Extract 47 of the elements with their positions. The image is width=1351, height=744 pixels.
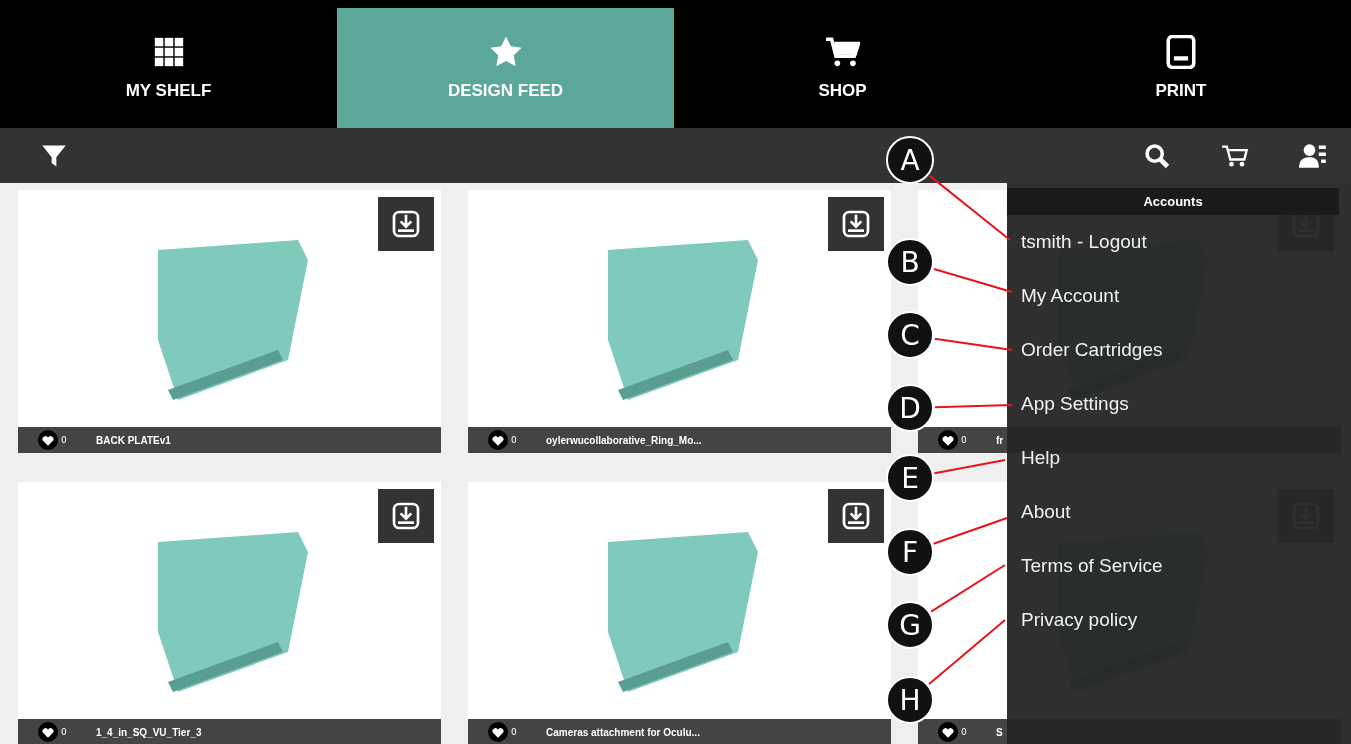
callout-letter: E [901, 462, 919, 495]
like-count: 0 [61, 435, 68, 445]
download-button[interactable] [378, 489, 434, 543]
star-icon [488, 35, 523, 69]
download-button[interactable] [828, 489, 884, 543]
search-icon[interactable] [1143, 141, 1171, 170]
design-title: S [996, 726, 1003, 738]
download-icon [840, 208, 872, 240]
callout-letter: H [899, 684, 921, 717]
menu-item[interactable]: Order Cartridges [1007, 323, 1339, 377]
menu-header: Accounts [1007, 188, 1339, 215]
design-card[interactable]: 0 Cameras attachment for Oculu... [468, 482, 891, 744]
design-title: 1_4_in_SQ_VU_Tier_3 [96, 726, 202, 738]
callout-letter: F [901, 536, 919, 569]
callout-letter: C [900, 319, 920, 352]
callout-letter: B [900, 246, 920, 279]
callout-letter: D [899, 392, 921, 425]
download-button[interactable] [378, 197, 434, 251]
menu-item[interactable]: Help [1007, 431, 1339, 485]
menu-item[interactable]: tsmith - Logout [1007, 215, 1339, 269]
design-card[interactable]: 0 oylerwucollaborative_Ring_Mo... [468, 190, 891, 453]
design-title: fr [996, 434, 1004, 446]
like-count: 0 [961, 727, 968, 737]
callout-letter: G [899, 609, 921, 642]
tablet-icon [1164, 35, 1198, 69]
menu-item[interactable]: App Settings [1007, 377, 1339, 431]
menu-item[interactable]: My Account [1007, 269, 1339, 323]
download-icon [390, 208, 422, 240]
menu-item[interactable]: About [1007, 485, 1339, 539]
download-icon [390, 500, 422, 532]
callout-badge [886, 136, 934, 184]
menu-item[interactable]: Privacy policy [1007, 593, 1339, 647]
like-count: 0 [511, 435, 518, 445]
like-count: 0 [511, 727, 518, 737]
design-card[interactable]: 0 BACK PLATEv1 [18, 190, 441, 453]
menu-item[interactable]: Terms of Service [1007, 539, 1339, 593]
callout-letter: A [900, 144, 920, 177]
design-title: Cameras attachment for Oculu... [546, 726, 700, 738]
design-title: BACK PLATEv1 [96, 434, 171, 446]
like-count: 0 [61, 727, 68, 737]
like-count: 0 [961, 435, 968, 445]
design-title: oylerwucollaborative_Ring_Mo... [546, 434, 702, 446]
download-icon [840, 500, 872, 532]
cart-icon [825, 35, 860, 69]
design-card[interactable]: 0 1_4_in_SQ_VU_Tier_3 [18, 482, 441, 744]
download-button[interactable] [828, 197, 884, 251]
user-list-icon[interactable] [1299, 141, 1327, 170]
